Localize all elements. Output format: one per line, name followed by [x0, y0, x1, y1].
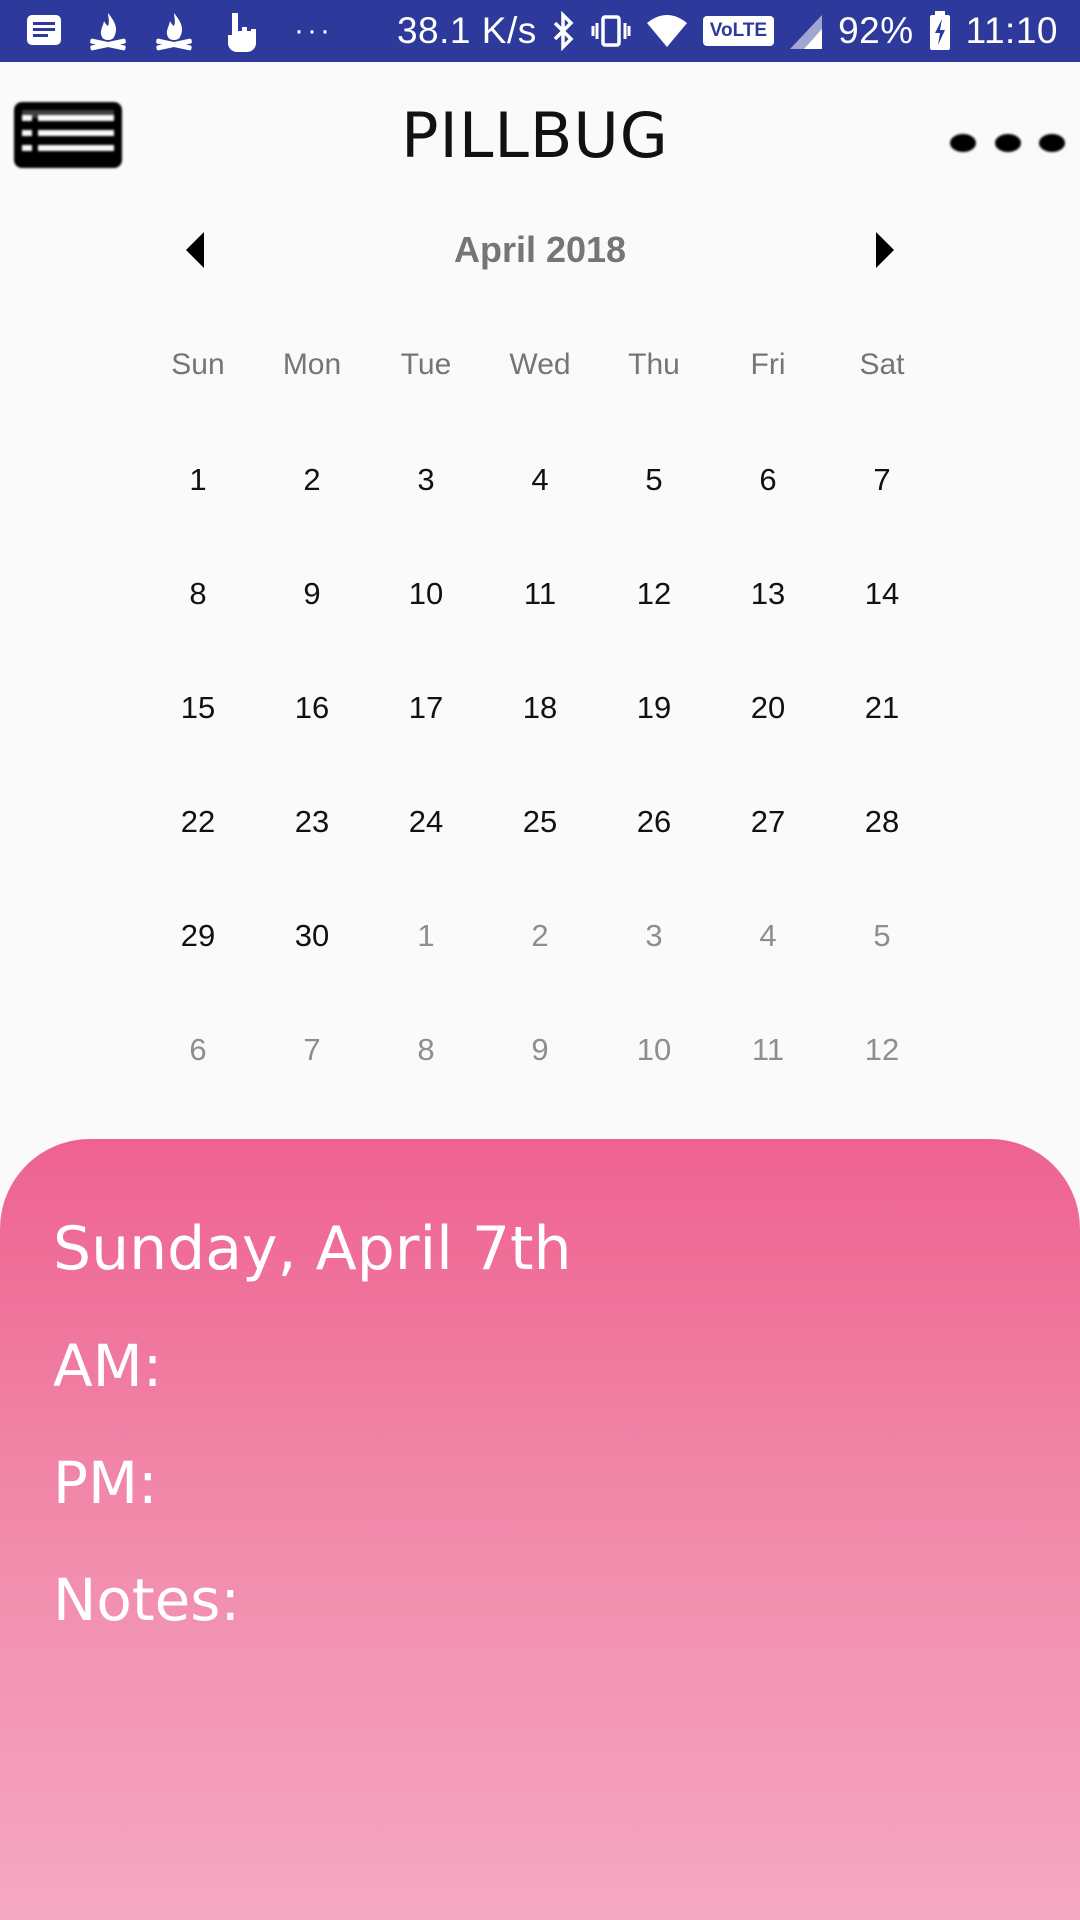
- am-row[interactable]: AM:: [53, 1326, 1080, 1406]
- more-dots-icon[interactable]: [950, 128, 1065, 158]
- calendar-day-adjacent-month[interactable]: 4: [711, 911, 825, 1025]
- calendar-day-adjacent-month[interactable]: 2: [483, 911, 597, 1025]
- calendar-day[interactable]: 13: [711, 569, 825, 683]
- weekday-label: Thu: [628, 348, 680, 381]
- fire-icon: [152, 9, 196, 53]
- month-title: April 2018: [453, 229, 627, 270]
- pm-row[interactable]: PM:: [53, 1443, 1080, 1523]
- calendar-day[interactable]: 25: [483, 797, 597, 911]
- notes-label: Notes:: [53, 1566, 241, 1634]
- notes-row[interactable]: Notes:: [53, 1560, 1080, 1640]
- calendar-day[interactable]: 20: [711, 683, 825, 797]
- am-label: AM:: [53, 1332, 163, 1400]
- status-bar: ··· 38.1 K/s VoLTE 92% 11:10: [0, 0, 1080, 62]
- clock: 11:10: [965, 10, 1058, 51]
- calendar-day[interactable]: 21: [825, 683, 939, 797]
- calendar-day[interactable]: 1: [141, 455, 255, 569]
- battery-percent: 92%: [838, 10, 914, 51]
- calendar-day-adjacent-month[interactable]: 12: [825, 1025, 939, 1139]
- calendar-day[interactable]: 23: [255, 797, 369, 911]
- calendar-day[interactable]: 24: [369, 797, 483, 911]
- calendar-day[interactable]: 14: [825, 569, 939, 683]
- weekday-label: Sat: [859, 348, 905, 381]
- calendar-day[interactable]: 4: [483, 455, 597, 569]
- calendar-day[interactable]: 3: [369, 455, 483, 569]
- calendar-day[interactable]: 19: [597, 683, 711, 797]
- calendar-day[interactable]: 8: [141, 569, 255, 683]
- calendar-day[interactable]: 22: [141, 797, 255, 911]
- calendar-header: April 2018: [160, 215, 920, 285]
- weekday-label: Fri: [750, 348, 786, 381]
- weekday-label: Mon: [282, 348, 342, 381]
- calendar-day[interactable]: 27: [711, 797, 825, 911]
- fire-icon: [86, 9, 130, 53]
- calendar-day-adjacent-month[interactable]: 9: [483, 1025, 597, 1139]
- app-title: PILLBUG: [401, 99, 669, 172]
- status-bar-system: 38.1 K/s VoLTE 92% 11:10: [397, 10, 1058, 52]
- selected-date-title: Sunday, April 7th: [53, 1214, 572, 1284]
- calendar-day-adjacent-month[interactable]: 7: [255, 1025, 369, 1139]
- weekday-header-row: Sun Mon Tue Wed Thu Fri Sat: [141, 340, 941, 390]
- calendar-day-adjacent-month[interactable]: 11: [711, 1025, 825, 1139]
- calendar-day[interactable]: 9: [255, 569, 369, 683]
- calendar-day-adjacent-month[interactable]: 8: [369, 1025, 483, 1139]
- weekday-label: Wed: [509, 348, 571, 381]
- calendar-day[interactable]: 29: [141, 911, 255, 1025]
- more-dot: [950, 134, 976, 152]
- battery-charging-icon: [928, 10, 952, 52]
- more-dot: [994, 134, 1021, 152]
- calendar-day[interactable]: 16: [255, 683, 369, 797]
- calendar-day-adjacent-month[interactable]: 1: [369, 911, 483, 1025]
- status-bar-notifications: ···: [24, 9, 333, 53]
- calendar-day[interactable]: 5: [597, 455, 711, 569]
- more-notifications-dots: ···: [294, 14, 333, 47]
- touch-icon: [218, 9, 258, 53]
- chevron-left-icon[interactable]: [160, 215, 230, 285]
- calendar-day-grid: 1 2 3 4 5 6 7 8 9 10 11 12 13 14 15 16 17 18 19 20 21 22 23 24 2…: [141, 455, 941, 1139]
- vibrate-icon: [591, 11, 631, 51]
- calendar-day-adjacent-month[interactable]: 5: [825, 911, 939, 1025]
- calendar-day[interactable]: 11: [483, 569, 597, 683]
- day-detail-sheet: Sunday, April 7th AM: PM: Notes:: [0, 1139, 1080, 1920]
- calendar-day[interactable]: 18: [483, 683, 597, 797]
- more-dot: [1039, 134, 1065, 152]
- calendar-day[interactable]: 6: [711, 455, 825, 569]
- calendar-day-adjacent-month[interactable]: 10: [597, 1025, 711, 1139]
- pm-label: PM:: [53, 1449, 158, 1517]
- calendar-day[interactable]: 10: [369, 569, 483, 683]
- calendar-day[interactable]: 7: [825, 455, 939, 569]
- calendar-day[interactable]: 28: [825, 797, 939, 911]
- calendar-day[interactable]: 12: [597, 569, 711, 683]
- signal-icon: [788, 11, 824, 51]
- network-speed: 38.1 K/s: [396, 10, 537, 51]
- wifi-icon: [645, 11, 689, 51]
- calendar-day[interactable]: 30: [255, 911, 369, 1025]
- chevron-right-icon[interactable]: [850, 215, 920, 285]
- weekday-label: Tue: [400, 348, 452, 381]
- calendar-day[interactable]: 2: [255, 455, 369, 569]
- calendar-day[interactable]: 15: [141, 683, 255, 797]
- calendar-day[interactable]: 26: [597, 797, 711, 911]
- bluetooth-icon: [551, 11, 577, 51]
- calendar-day-adjacent-month[interactable]: 3: [597, 911, 711, 1025]
- message-icon: [24, 11, 64, 51]
- calendar-day[interactable]: 17: [369, 683, 483, 797]
- calendar-day-adjacent-month[interactable]: 6: [141, 1025, 255, 1139]
- weekday-label: Sun: [171, 348, 225, 381]
- volte-badge: VoLTE: [702, 16, 775, 46]
